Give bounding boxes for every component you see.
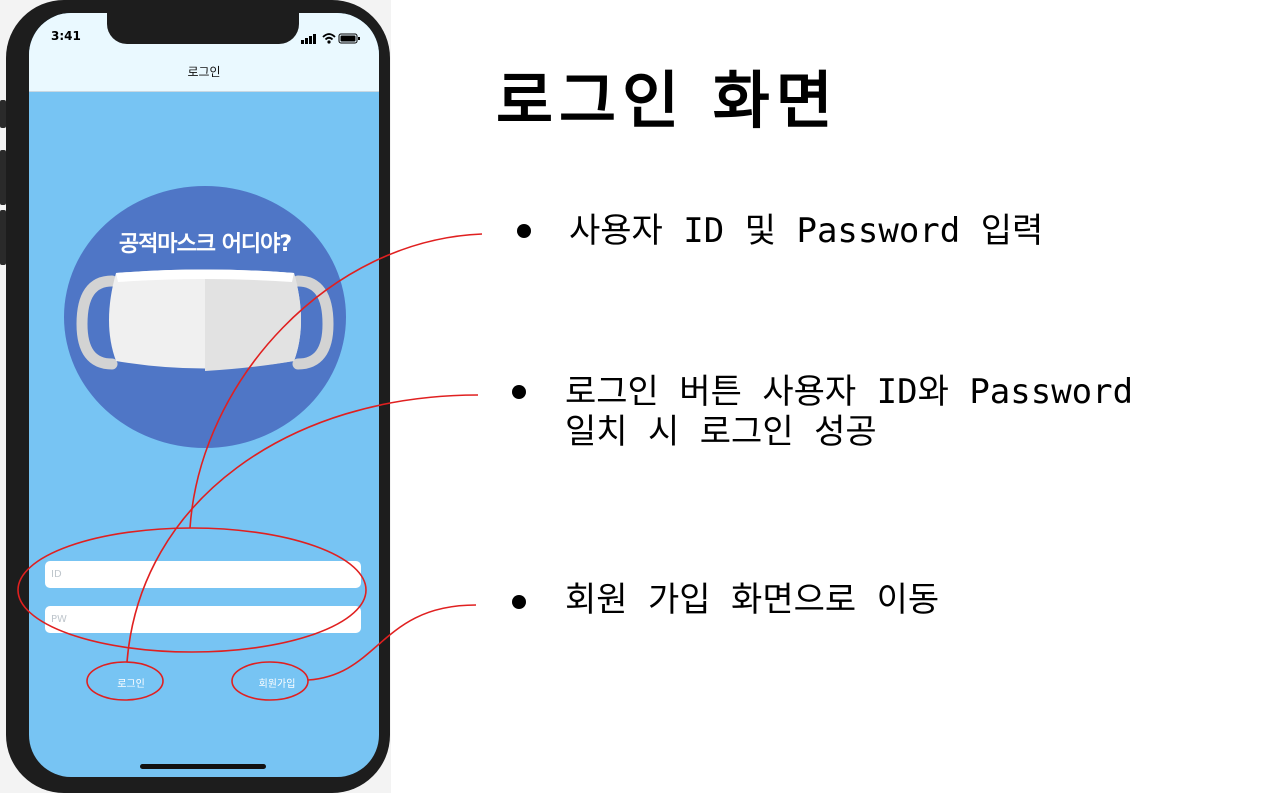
battery-icon: [338, 33, 360, 44]
login-button[interactable]: 로그인: [111, 675, 151, 690]
bullet-item-signup: 회원 가입 화면으로 이동: [565, 580, 940, 620]
status-icons: [301, 33, 360, 44]
nav-title: 로그인: [187, 65, 221, 79]
status-time: 3:41: [51, 29, 81, 43]
signal-icon: [301, 34, 316, 44]
password-input[interactable]: [45, 606, 361, 633]
mask-icon: [76, 269, 334, 371]
wifi-icon: [322, 33, 336, 44]
bullet-dot: [512, 385, 526, 399]
id-input[interactable]: [45, 561, 361, 588]
notch: [107, 13, 299, 44]
bullet-item-login: 로그인 버튼 사용자 ID와 Password 일치 시 로그인 성공: [565, 372, 1134, 452]
bullet-dot: [512, 595, 526, 609]
phone-frame: 3:41 로그인 공적마스크 어디야? ID 로그인 회원가입: [6, 0, 390, 793]
home-indicator: [140, 764, 266, 769]
phone-screen: 3:41 로그인 공적마스크 어디야? ID 로그인 회원가입: [29, 13, 379, 777]
bullet-dot: [517, 224, 531, 238]
slide-heading: 로그인 화면: [496, 64, 839, 137]
signup-button[interactable]: 회원가입: [249, 675, 305, 690]
navigation-bar: 3:41 로그인: [29, 13, 379, 92]
app-logo: 공적마스크 어디야?: [64, 186, 346, 448]
bullet-item-input: 사용자 ID 및 Password 입력: [569, 211, 1044, 251]
